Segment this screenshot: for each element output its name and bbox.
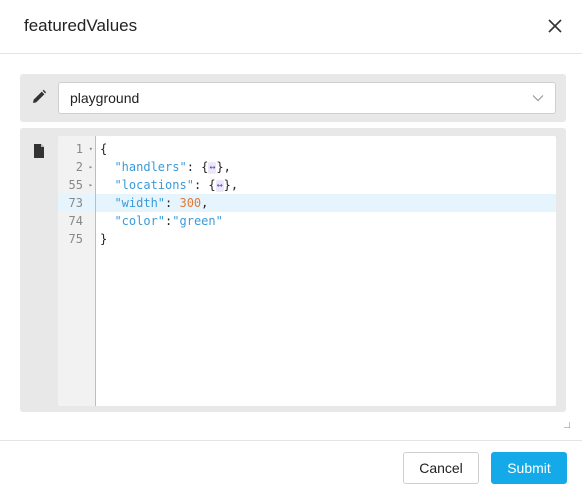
dialog-header: featuredValues: [0, 0, 582, 54]
fold-toggle-icon[interactable]: ▸: [89, 176, 93, 194]
json-editor[interactable]: 1 ▾ 2 ▸ 55 ▸ 73 74 75 {"handlers": {↔},…: [58, 136, 556, 406]
line-number: 75: [68, 232, 83, 246]
code-line: "color":"green": [114, 214, 223, 228]
preset-row: playground: [20, 74, 566, 122]
code-line: "locations": {↔},: [114, 178, 239, 192]
editor-gutter: 1 ▾ 2 ▸ 55 ▸ 73 74 75: [58, 136, 96, 406]
line-number: 74: [68, 214, 83, 228]
chevron-down-icon: [532, 95, 544, 102]
code-line: }: [100, 232, 108, 246]
dialog-title: featuredValues: [24, 16, 138, 35]
pencil-icon: [33, 89, 47, 103]
code-line: "handlers": {↔},: [114, 160, 231, 174]
fold-placeholder[interactable]: ↔: [215, 180, 224, 192]
editor-code-area[interactable]: { "handlers": {↔}, "locations": {↔}, "wi…: [96, 136, 556, 406]
code-line-active: "width": 300,: [96, 194, 556, 212]
file-icon: [34, 144, 44, 158]
cancel-button[interactable]: Cancel: [403, 452, 479, 484]
fold-toggle-icon[interactable]: ▾: [89, 140, 93, 158]
line-number: 55 ▸: [68, 176, 93, 194]
fold-toggle-icon[interactable]: ▸: [89, 158, 93, 176]
line-number: 73: [58, 194, 95, 212]
preset-select-value: playground: [70, 90, 140, 106]
modal-dialog: featuredValues playground 1 ▾ 2 ▸ 55 ▸ 7…: [0, 0, 582, 493]
dialog-footer: Cancel Submit: [0, 440, 582, 493]
code-line: {: [100, 142, 108, 156]
resize-handle-icon[interactable]: [564, 422, 570, 428]
dialog-body: playground 1 ▾ 2 ▸ 55 ▸ 73 74 75 {"hand…: [0, 54, 582, 440]
json-editor-row: 1 ▾ 2 ▸ 55 ▸ 73 74 75 {"handlers": {↔},…: [20, 128, 566, 412]
line-number: 1 ▾: [75, 140, 93, 158]
submit-button[interactable]: Submit: [491, 452, 567, 484]
preset-select[interactable]: playground: [58, 82, 556, 114]
line-number: 2 ▸: [75, 158, 93, 176]
close-icon[interactable]: [544, 15, 566, 37]
